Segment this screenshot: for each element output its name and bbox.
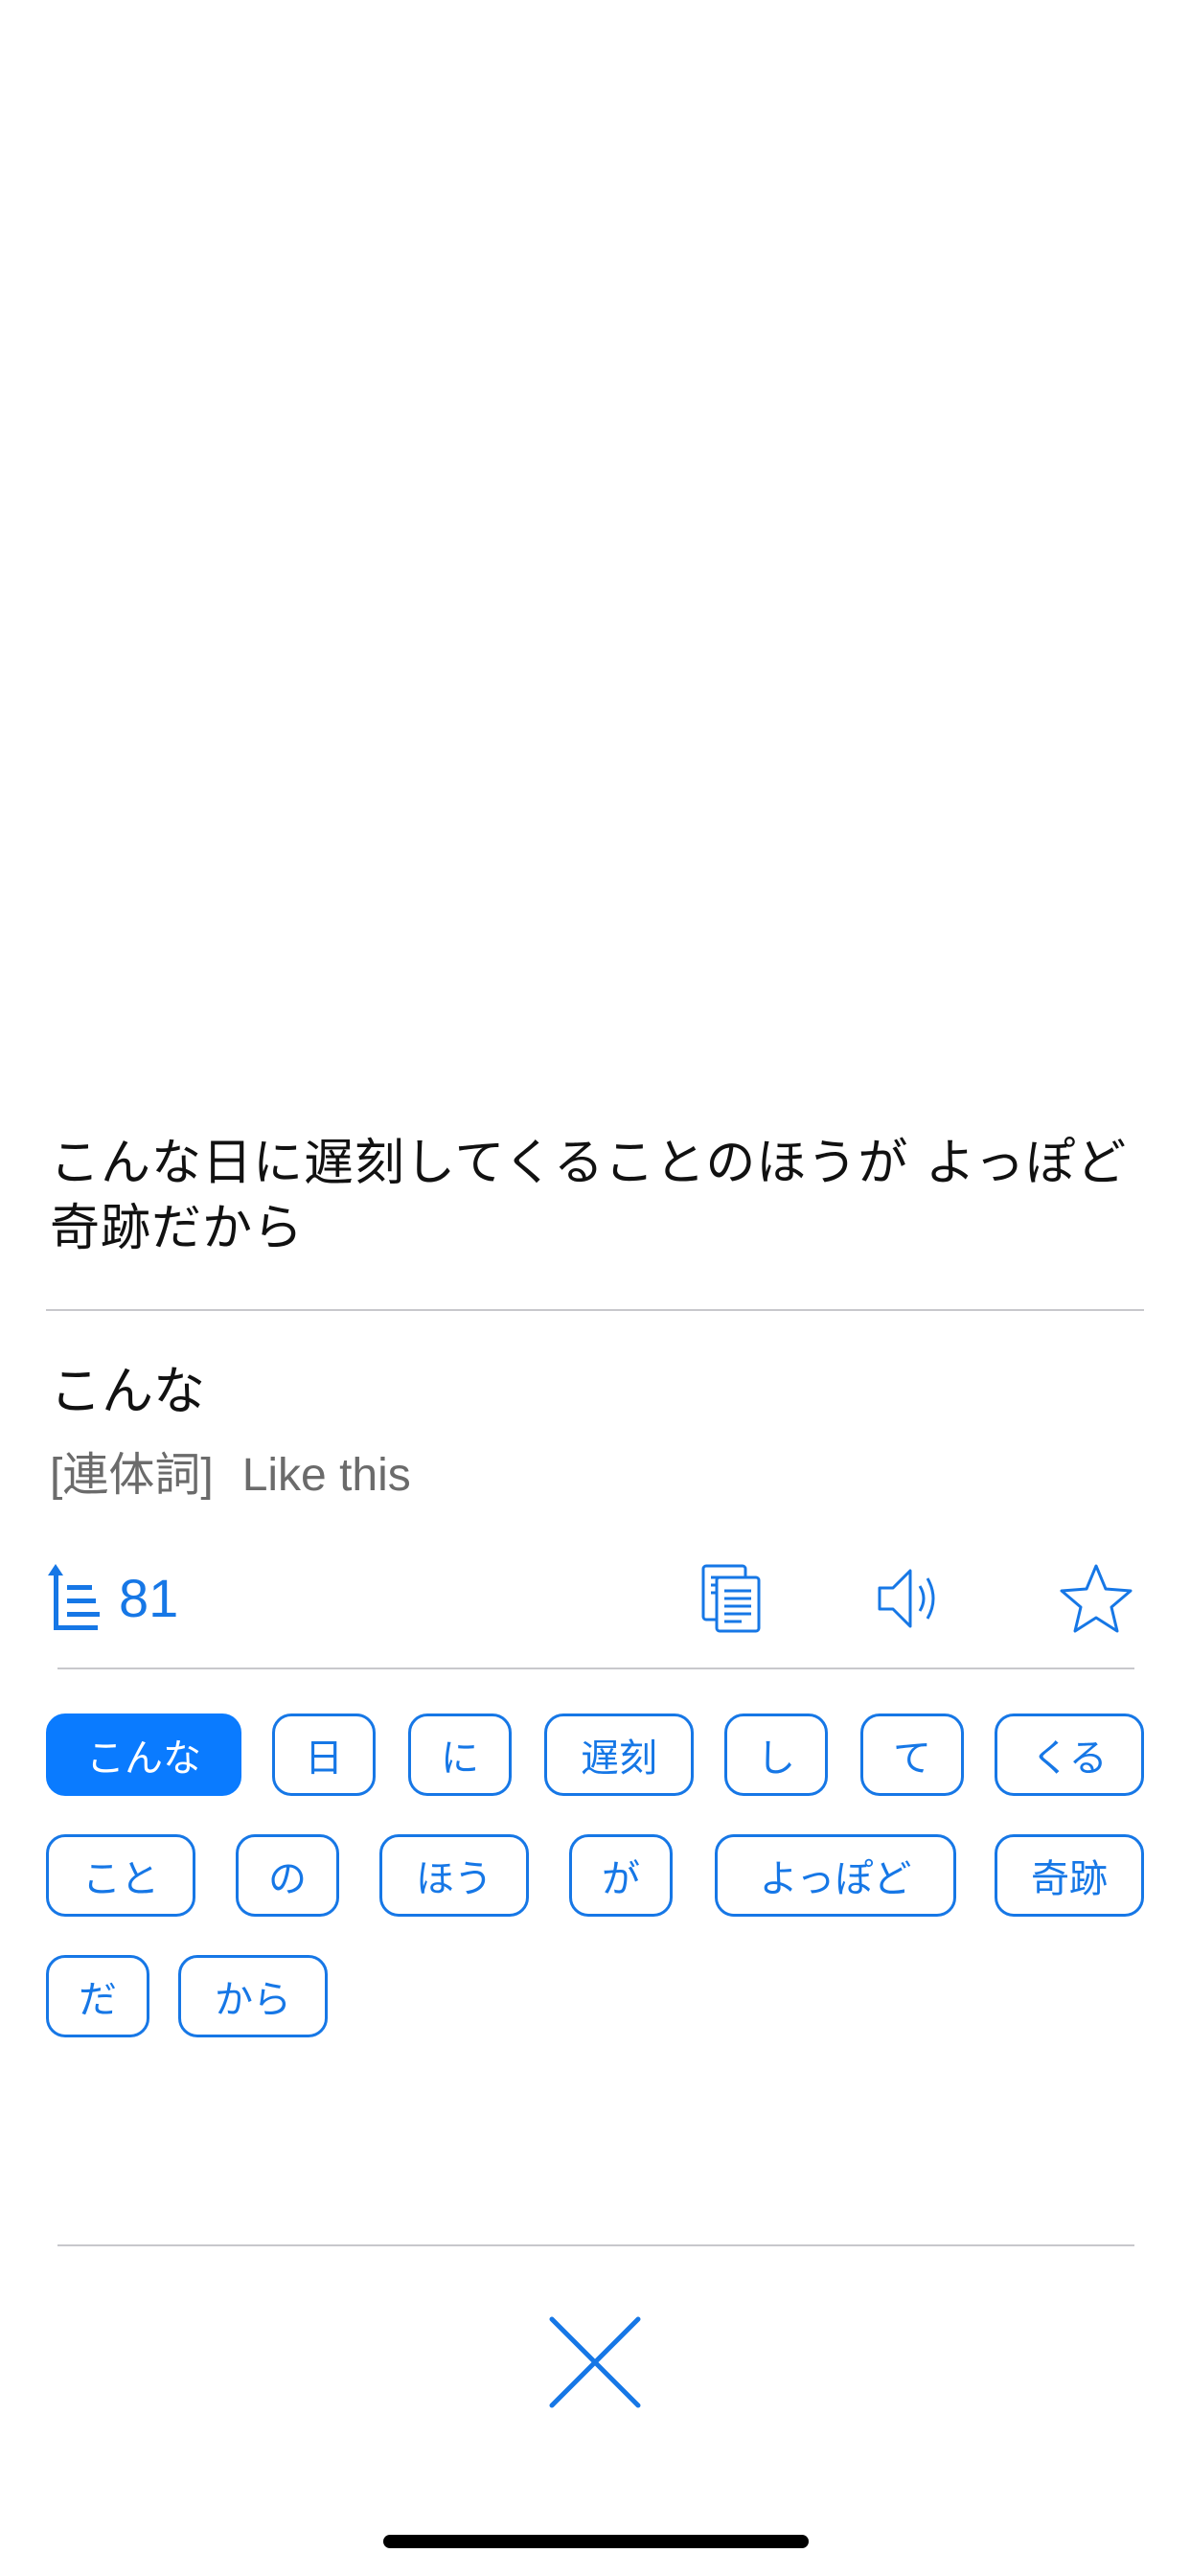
word-meaning: Like this bbox=[241, 1450, 411, 1501]
token-chip[interactable]: ほう bbox=[379, 1834, 529, 1917]
home-indicator[interactable] bbox=[383, 2535, 809, 2548]
token-chip[interactable]: だ bbox=[46, 1955, 149, 2037]
token-chip[interactable]: 日 bbox=[272, 1714, 376, 1796]
token-chip[interactable]: し bbox=[724, 1714, 828, 1796]
token-row: こんな 日 に 遅刻 し て くる bbox=[46, 1714, 1148, 1800]
part-of-speech: [連体詞] bbox=[50, 1450, 214, 1501]
word-definition: [連体詞] Like this bbox=[50, 1447, 411, 1505]
close-button[interactable] bbox=[542, 2310, 648, 2415]
word-toolbar: 81 bbox=[0, 1552, 1190, 1648]
speaker-icon bbox=[874, 1565, 950, 1636]
copy-button[interactable] bbox=[694, 1562, 770, 1639]
favorite-button[interactable] bbox=[1058, 1562, 1134, 1639]
token-chip[interactable]: よっぽど bbox=[715, 1834, 956, 1917]
token-chip[interactable]: くる bbox=[995, 1714, 1144, 1796]
token-chip[interactable]: こんな bbox=[46, 1714, 241, 1796]
token-chip[interactable]: の bbox=[236, 1834, 339, 1917]
token-chip[interactable]: が bbox=[569, 1834, 673, 1917]
token-row: こと の ほう が よっぽど 奇跡 bbox=[46, 1834, 1148, 1920]
level-list-icon bbox=[46, 1564, 102, 1631]
token-row: だ から bbox=[46, 1955, 1148, 2041]
token-chip[interactable]: に bbox=[408, 1714, 512, 1796]
token-chip[interactable]: から bbox=[178, 1955, 328, 2037]
close-icon bbox=[542, 2316, 648, 2419]
sentence-text: こんな日に遅刻してくることのほうが よっぽど奇跡だから bbox=[50, 1135, 1128, 1257]
token-chip[interactable]: 遅刻 bbox=[544, 1714, 694, 1796]
token-chip[interactable]: 奇跡 bbox=[995, 1834, 1144, 1917]
star-outline-icon bbox=[1058, 1562, 1134, 1639]
divider bbox=[57, 2244, 1134, 2246]
copy-icon bbox=[699, 1562, 765, 1639]
level-indicator[interactable]: 81 bbox=[46, 1564, 178, 1631]
token-chip[interactable]: こと bbox=[46, 1834, 195, 1917]
play-audio-button[interactable] bbox=[874, 1562, 950, 1639]
level-count: 81 bbox=[119, 1567, 179, 1628]
divider bbox=[46, 1309, 1144, 1311]
token-chip[interactable]: て bbox=[860, 1714, 964, 1796]
word-title: こんな bbox=[50, 1361, 205, 1421]
divider bbox=[57, 1668, 1134, 1669]
